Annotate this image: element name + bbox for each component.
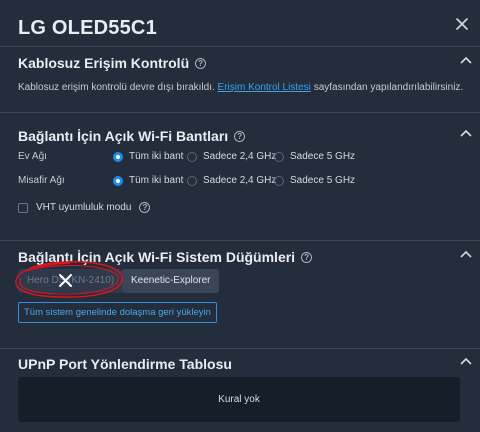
divider bbox=[0, 348, 480, 349]
vht-label: VHT uyumluluk modu bbox=[36, 202, 132, 213]
home-radio-5[interactable]: Sadece 5 GHz bbox=[274, 151, 355, 162]
divider bbox=[0, 240, 480, 241]
section-title-text: Bağlantı İçin Açık Wi-Fi Sistem Düğümler… bbox=[18, 249, 296, 265]
home-radio-24[interactable]: Sadece 2,4 GHz bbox=[187, 151, 276, 162]
node-chip-hero-ds[interactable]: Hero DS (KN-2410) bbox=[18, 269, 124, 293]
section-title-text: UPnP Port Yönlendirme Tablosu bbox=[18, 356, 232, 372]
chevron-up-icon[interactable] bbox=[460, 250, 472, 258]
radio-unchecked[interactable] bbox=[187, 175, 197, 186]
guest-radio-5[interactable]: Sadece 5 GHz bbox=[274, 175, 355, 186]
radio-checked[interactable] bbox=[113, 175, 123, 186]
chevron-up-icon[interactable] bbox=[460, 56, 472, 64]
section-title-upnp: UPnP Port Yönlendirme Tablosu bbox=[18, 356, 232, 372]
guest-network-label: Misafir Ağı bbox=[18, 175, 65, 186]
section-title-text: Bağlantı İçin Açık Wi-Fi Bantları bbox=[18, 128, 229, 144]
chevron-up-icon[interactable] bbox=[460, 129, 472, 137]
section-title-bands: Bağlantı İçin Açık Wi-Fi Bantları ? bbox=[18, 128, 246, 144]
section-title-text: Kablosuz Erişim Kontrolü bbox=[18, 55, 190, 71]
access-description: Kablosuz erişim kontrolü devre dışı bıra… bbox=[18, 82, 463, 93]
radio-unchecked[interactable] bbox=[274, 175, 284, 186]
divider bbox=[0, 46, 480, 47]
help-icon[interactable]: ? bbox=[139, 202, 151, 213]
help-icon[interactable]: ? bbox=[301, 251, 313, 263]
dialog-title: LG OLED55C1 bbox=[18, 17, 157, 39]
node-chip-keenetic-explorer[interactable]: Keenetic-Explorer bbox=[122, 269, 220, 293]
divider bbox=[0, 112, 480, 113]
radio-label: Tüm iki bant bbox=[129, 175, 184, 186]
chevron-up-icon[interactable] bbox=[460, 357, 472, 365]
section-title-access: Kablosuz Erişim Kontrolü ? bbox=[18, 55, 207, 71]
home-network-label: Ev Ağı bbox=[18, 151, 47, 162]
help-icon[interactable]: ? bbox=[234, 130, 246, 142]
radio-unchecked[interactable] bbox=[187, 151, 197, 162]
radio-unchecked[interactable] bbox=[274, 151, 284, 162]
vht-checkbox[interactable] bbox=[18, 202, 28, 213]
radio-label: Sadece 5 GHz bbox=[290, 175, 356, 186]
desc-text: Kablosuz erişim kontrolü devre dışı bıra… bbox=[18, 82, 215, 93]
radio-checked[interactable] bbox=[113, 151, 123, 162]
upnp-table-empty: Kural yok bbox=[18, 377, 460, 422]
radio-label: Sadece 2,4 GHz bbox=[203, 151, 277, 162]
home-radio-both[interactable]: Tüm iki bant bbox=[113, 151, 183, 162]
help-icon[interactable]: ? bbox=[195, 57, 207, 69]
guest-radio-24[interactable]: Sadece 2,4 GHz bbox=[187, 175, 276, 186]
close-icon[interactable] bbox=[454, 16, 470, 32]
radio-label: Tüm iki bant bbox=[129, 151, 184, 162]
section-title-nodes: Bağlantı İçin Açık Wi-Fi Sistem Düğümler… bbox=[18, 249, 313, 265]
radio-label: Sadece 5 GHz bbox=[290, 151, 356, 162]
access-control-list-link[interactable]: Erişim Kontrol Listesi bbox=[218, 82, 311, 93]
vht-mode-option[interactable]: VHT uyumluluk modu ? bbox=[18, 202, 151, 213]
empty-state-text: Kural yok bbox=[218, 394, 260, 405]
reset-roaming-button[interactable]: Tüm sistem genelinde dolaşma geri yükley… bbox=[18, 302, 217, 323]
radio-label: Sadece 2,4 GHz bbox=[203, 175, 277, 186]
guest-radio-both[interactable]: Tüm iki bant bbox=[113, 175, 183, 186]
desc-text-suffix: sayfasından yapılandırılabilirsiniz. bbox=[313, 82, 464, 93]
